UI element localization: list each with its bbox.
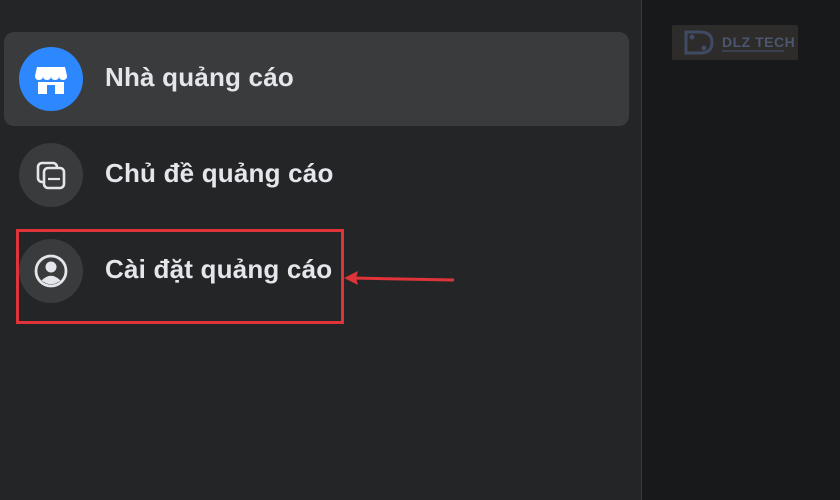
- sidebar-item-label: Nhà quảng cáo: [105, 62, 294, 92]
- stacked-pages-icon: [19, 143, 83, 207]
- pointer-arrow-icon: [344, 271, 455, 285]
- watermark-underline: [722, 50, 784, 52]
- highlight-box: [16, 229, 344, 324]
- logo-mark-icon: [684, 30, 714, 55]
- watermark-text: DLZ TECH: [722, 34, 796, 50]
- storefront-icon: [19, 47, 83, 111]
- sidebar-item-advertisers[interactable]: Nhà quảng cáo: [4, 32, 629, 126]
- sidebar-item-label: Chủ đề quảng cáo: [105, 158, 334, 188]
- watermark-logo: DLZ TECH: [672, 25, 798, 60]
- sidebar-item-ad-topics[interactable]: Chủ đề quảng cáo: [4, 128, 629, 222]
